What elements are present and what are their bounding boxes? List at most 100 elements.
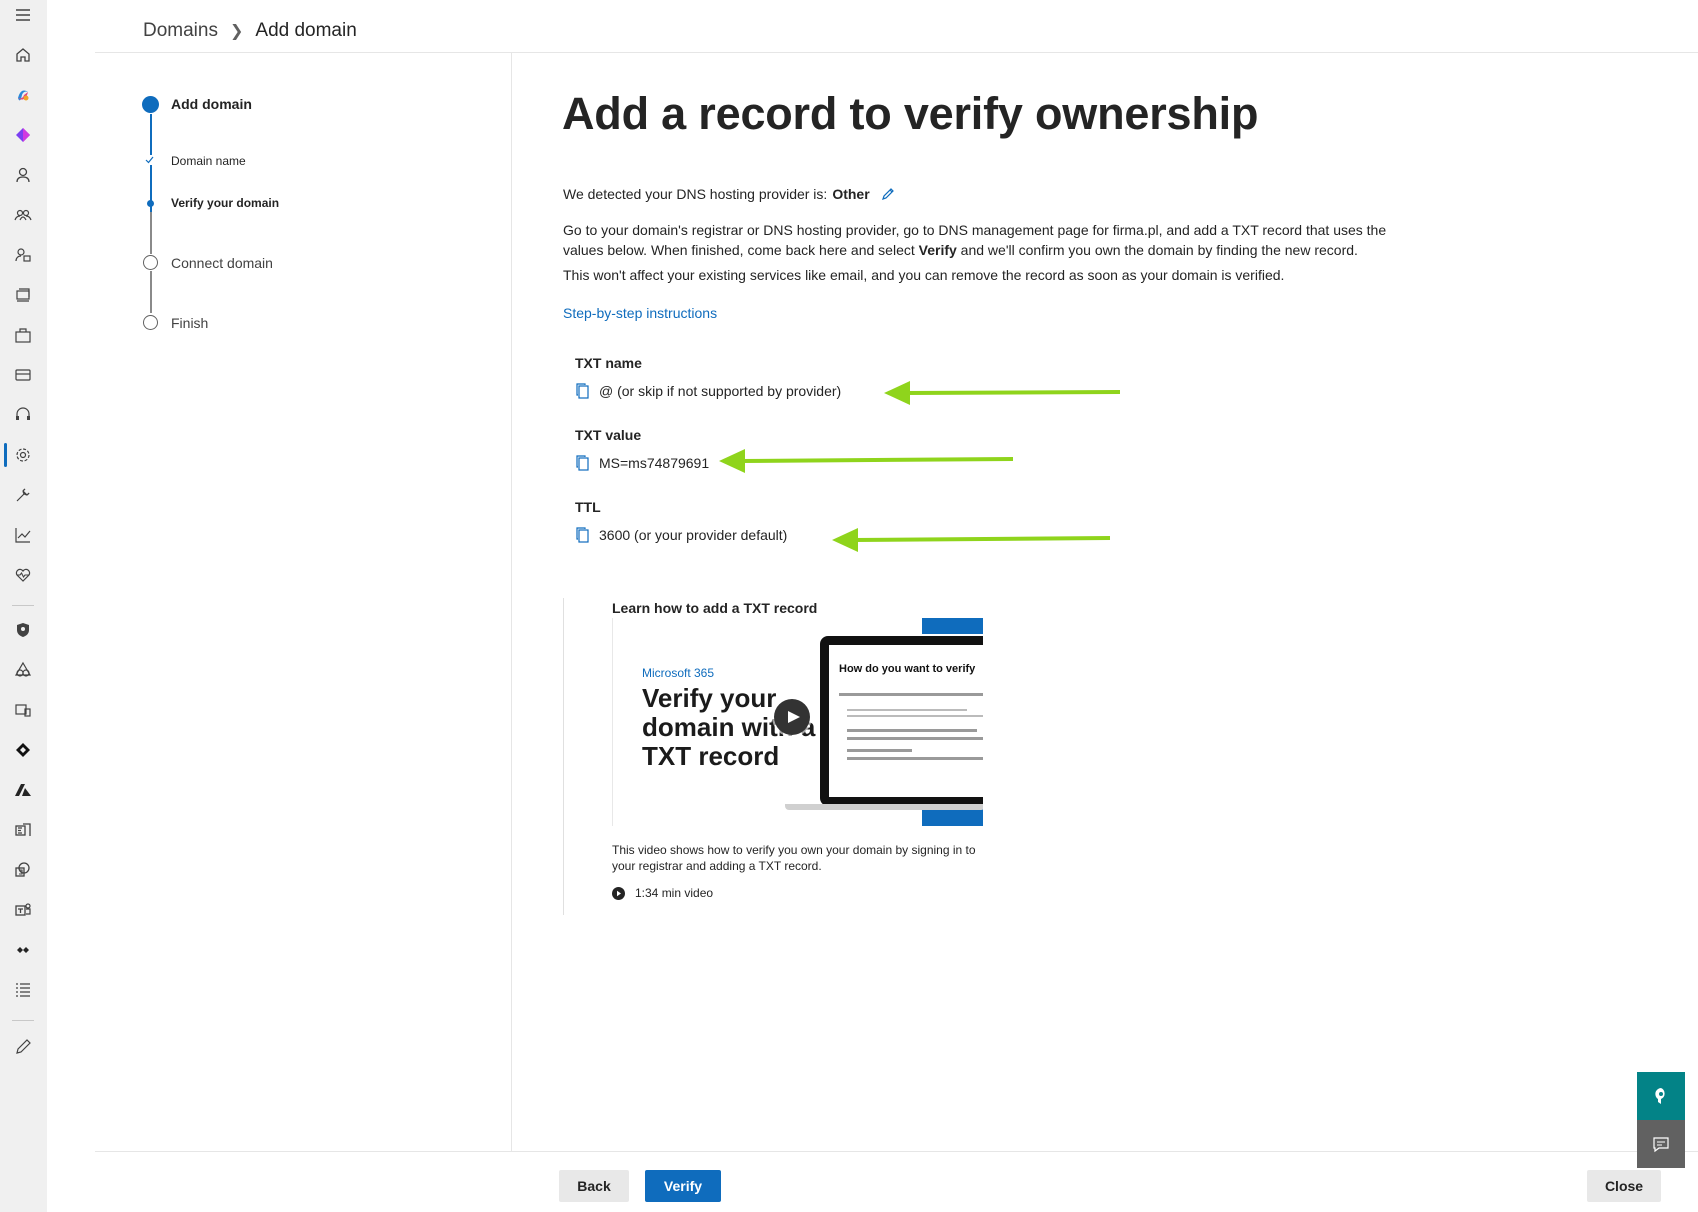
txt-name-label: TXT name	[575, 355, 642, 371]
annotation-arrow-icon	[884, 381, 1121, 405]
step-dot-pending	[143, 315, 158, 330]
instructions-text-b: and we'll confirm you own the domain by …	[956, 242, 1358, 258]
txt-name-value: @ (or skip if not supported by provider)	[599, 383, 842, 399]
txt-name-value-row: @ (or skip if not supported by provider)	[575, 382, 841, 400]
copy-icon[interactable]	[575, 526, 591, 544]
roles-icon[interactable]	[12, 244, 34, 266]
feedback-button[interactable]	[1637, 1120, 1685, 1168]
endpoint-icon[interactable]	[12, 699, 34, 721]
breadcrumb-current: Add domain	[255, 20, 357, 41]
screen-line	[847, 709, 967, 711]
step-by-step-instructions-link[interactable]: Step-by-step instructions	[563, 305, 717, 321]
group-icon[interactable]	[12, 204, 34, 226]
check-icon	[145, 155, 154, 165]
all-admin-centers-icon[interactable]	[12, 979, 34, 1001]
settings-icon[interactable]	[12, 444, 34, 466]
identity-icon[interactable]	[12, 739, 34, 761]
billing-card-icon[interactable]	[12, 364, 34, 386]
rail-divider	[12, 605, 34, 606]
step-verify-your-domain: Verify your domain	[171, 196, 280, 210]
viva-icon[interactable]	[12, 939, 34, 961]
step-dot-current	[147, 200, 154, 207]
txt-value-value: MS=ms74879691	[599, 455, 710, 471]
ttl-value: 3600 (or your provider default)	[599, 527, 788, 543]
thumbnail-decoration	[922, 808, 983, 826]
panel-divider	[511, 53, 512, 1151]
video-title: Learn how to add a TXT record	[612, 600, 818, 616]
annotation-arrow-icon	[832, 528, 1111, 552]
screen-line	[847, 749, 912, 752]
breadcrumb: Domains ❯ Add domain	[143, 18, 357, 44]
play-circle-icon	[612, 886, 625, 900]
video-description: This video shows how to verify you own y…	[612, 843, 976, 873]
billing-bag-icon[interactable]	[12, 324, 34, 346]
laptop-base	[785, 804, 983, 810]
loop-icon[interactable]	[12, 124, 34, 146]
exchange-icon[interactable]	[12, 819, 34, 841]
resources-icon[interactable]	[12, 284, 34, 306]
verify-button[interactable]: Verify	[645, 1170, 721, 1202]
close-button[interactable]: Close	[1587, 1170, 1661, 1202]
txt-value-label: TXT value	[575, 427, 642, 443]
copy-icon[interactable]	[575, 454, 591, 472]
annotation-arrow-icon	[719, 449, 1014, 473]
support-icon[interactable]	[12, 404, 34, 426]
page-title: Add a record to verify ownership	[562, 88, 1259, 139]
ttl-value-row: 3600 (or your provider default)	[575, 526, 787, 544]
step-connect-domain: Connect domain	[171, 255, 273, 271]
health-icon[interactable]	[12, 564, 34, 586]
dns-provider-detected: We detected your DNS hosting provider is…	[563, 186, 896, 202]
step-dot-current-section	[142, 96, 159, 113]
header-divider	[95, 52, 1698, 53]
feedback-icon	[1653, 1137, 1669, 1153]
instructions-text-bold: Verify	[918, 242, 957, 258]
ttl-label: TTL	[575, 499, 601, 515]
step-add-domain: Add domain	[171, 96, 252, 112]
step-finish: Finish	[171, 315, 209, 331]
video-card-border	[563, 598, 564, 915]
play-button[interactable]	[774, 699, 810, 735]
video-duration-text: 1:34 min video	[635, 886, 714, 900]
home-icon[interactable]	[12, 44, 34, 66]
user-icon[interactable]	[12, 164, 34, 186]
instructions-paragraph: Go to your domain's registrar or DNS hos…	[563, 220, 1403, 260]
thumbnail-screen-title: How do you want to verify	[839, 663, 976, 675]
thumbnail-decoration	[922, 618, 983, 634]
screen-line	[839, 693, 983, 696]
sharepoint-icon[interactable]	[12, 859, 34, 881]
back-button[interactable]: Back	[559, 1170, 629, 1202]
customize-icon[interactable]	[12, 1036, 34, 1058]
thumbnail-brand: Microsoft 365	[642, 666, 715, 680]
reports-icon[interactable]	[12, 524, 34, 546]
info-paragraph: This won't affect your existing services…	[563, 267, 1285, 283]
breadcrumb-domains-link[interactable]: Domains	[143, 20, 218, 42]
step-connector	[150, 271, 152, 313]
dns-provider-value: Other	[832, 186, 870, 202]
footer-divider	[95, 1151, 1698, 1152]
video-thumbnail[interactable]: Microsoft 365 Verify your domain with a …	[612, 618, 983, 826]
dns-provider-prefix: We detected your DNS hosting provider is…	[563, 186, 828, 202]
compliance-icon[interactable]	[12, 659, 34, 681]
menu-icon[interactable]	[12, 4, 34, 26]
rail-active-indicator	[4, 443, 7, 467]
step-domain-name[interactable]: Domain name	[171, 154, 246, 168]
copy-icon[interactable]	[575, 382, 591, 400]
laptop-screen: How do you want to verify	[829, 645, 983, 797]
txt-value-value-row: MS=ms74879691	[575, 454, 709, 472]
edit-icon[interactable]	[880, 186, 896, 202]
security-icon[interactable]	[12, 619, 34, 641]
screen-line	[847, 757, 983, 760]
setup-icon[interactable]	[12, 484, 34, 506]
step-dot-pending	[143, 255, 158, 270]
screen-line	[847, 715, 983, 717]
copilot-icon[interactable]	[12, 84, 34, 106]
chevron-right-icon: ❯	[229, 23, 244, 40]
screen-line	[847, 737, 983, 740]
step-connector	[150, 212, 152, 254]
help-icon	[1655, 1088, 1665, 1104]
help-button[interactable]	[1637, 1072, 1685, 1120]
play-icon	[787, 711, 800, 723]
teams-icon[interactable]	[12, 899, 34, 921]
azure-icon[interactable]	[12, 779, 34, 801]
screen-line	[847, 729, 977, 732]
